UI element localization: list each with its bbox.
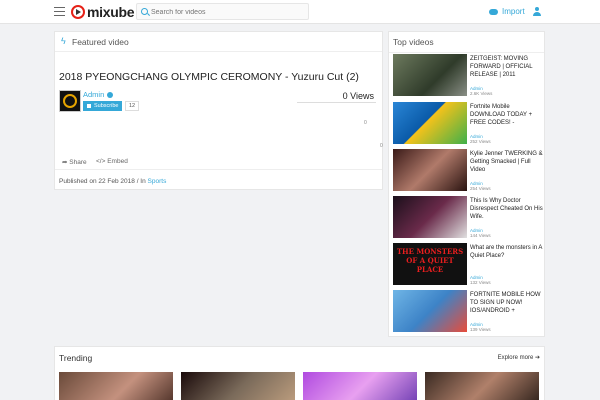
share-button[interactable]: ➦ Share <box>62 158 87 166</box>
subscriber-count: 12 <box>125 101 140 111</box>
video-title[interactable]: What are the monsters in A Quiet Place? <box>470 244 544 260</box>
featured-label: Featured video <box>72 37 129 47</box>
trending-video-thumbnail[interactable] <box>425 372 539 400</box>
video-thumbnail[interactable] <box>393 149 467 191</box>
video-title[interactable]: This Is Why Doctor Disrespect Cheated On… <box>470 197 544 221</box>
subscribe-icon <box>87 104 91 108</box>
view-count: 252 Views <box>470 139 491 144</box>
top-video-item[interactable]: This Is Why Doctor Disrespect Cheated On… <box>393 196 543 238</box>
code-icon: </> <box>96 158 108 165</box>
top-videos-label: Top videos <box>393 37 434 47</box>
logo-play-icon <box>71 5 85 19</box>
share-label: Share <box>69 159 87 166</box>
published-text: Published on 22 Feb 2018 / In <box>59 178 146 185</box>
top-video-item[interactable]: ZEITGEIST: MOVING FORWARD | OFFICIAL REL… <box>393 54 543 96</box>
video-title[interactable]: Kylie Jenner TWERKING & Getting Smacked … <box>470 150 544 174</box>
dislike-count: 0 <box>380 143 383 149</box>
top-video-item[interactable]: Kylie Jenner TWERKING & Getting Smacked … <box>393 149 543 191</box>
video-title[interactable]: FORTNITE MOBILE HOW TO SIGN UP NOW! IOS/… <box>470 291 544 315</box>
top-video-item[interactable]: THE MONSTERS OF A QUIET PLACE What are t… <box>393 243 543 285</box>
view-count: 139 Views <box>470 327 491 332</box>
subscribe-button[interactable]: Subscribe <box>83 101 123 111</box>
views-bar <box>297 102 376 103</box>
video-thumbnail[interactable] <box>393 54 467 96</box>
video-title[interactable]: ZEITGEIST: MOVING FORWARD | OFFICIAL REL… <box>470 55 544 79</box>
featured-video-panel: ϟ Featured video 2018 PYEONGCHANG OLYMPI… <box>54 31 383 190</box>
category-link[interactable]: Sports <box>148 178 167 185</box>
author-link[interactable]: Admin <box>83 90 114 99</box>
video-thumbnail[interactable] <box>393 196 467 238</box>
view-count: 2.6K Views <box>470 91 493 96</box>
logo-text: mixube <box>87 4 135 20</box>
embed-button[interactable]: </> Embed <box>96 158 128 165</box>
divider <box>389 52 544 53</box>
trending-video-thumbnail[interactable] <box>303 372 417 400</box>
top-video-item[interactable]: Fortnite Mobile DOWNLOAD TODAY + FREE CO… <box>393 102 543 144</box>
top-videos-panel: Top videos ZEITGEIST: MOVING FORWARD | O… <box>388 31 545 337</box>
bolt-icon: ϟ <box>61 36 66 46</box>
view-count: 254 Views <box>470 186 491 191</box>
logo[interactable]: mixube <box>71 3 135 21</box>
trending-label: Trending <box>59 353 93 363</box>
import-label: Import <box>502 7 525 16</box>
search-box <box>136 3 309 20</box>
cloud-upload-icon <box>489 8 498 15</box>
import-button[interactable]: Import <box>489 7 525 16</box>
featured-header: ϟ Featured video <box>55 32 382 52</box>
video-title[interactable]: 2018 PYEONGCHANG OLYMPIC CEROMONY - Yuzu… <box>59 71 359 83</box>
trending-video-thumbnail[interactable] <box>59 372 173 400</box>
verified-icon <box>107 91 114 98</box>
trending-video-thumbnail[interactable] <box>181 372 295 400</box>
video-thumbnail[interactable] <box>393 102 467 144</box>
avatar[interactable] <box>59 90 81 112</box>
view-count: 0 Views <box>342 91 374 101</box>
published-info: Published on 22 Feb 2018 / In Sports <box>59 178 166 185</box>
embed-label: Embed <box>107 158 128 165</box>
trending-panel: Trending Explore more ➔ <box>54 346 545 400</box>
divider <box>55 169 382 170</box>
search-icon[interactable] <box>141 8 148 15</box>
subscribe-label: Subscribe <box>94 103 119 109</box>
user-menu-button[interactable] <box>530 3 545 21</box>
menu-icon[interactable] <box>54 7 65 16</box>
user-icon <box>535 7 539 11</box>
top-navbar: mixube Import <box>0 0 600 24</box>
thumbnail-caption: THE MONSTERS OF A QUIET PLACE <box>396 247 464 274</box>
video-thumbnail[interactable] <box>393 290 467 332</box>
view-count: 132 Views <box>470 280 491 285</box>
like-count: 0 <box>364 120 367 126</box>
video-title[interactable]: Fortnite Mobile DOWNLOAD TODAY + FREE CO… <box>470 103 544 127</box>
author-name: Admin <box>83 90 105 99</box>
top-video-item[interactable]: FORTNITE MOBILE HOW TO SIGN UP NOW! IOS/… <box>393 290 543 332</box>
search-input[interactable] <box>151 5 301 19</box>
view-count: 144 Views <box>470 233 491 238</box>
video-thumbnail[interactable]: THE MONSTERS OF A QUIET PLACE <box>393 243 467 285</box>
explore-more-link[interactable]: Explore more ➔ <box>498 354 540 361</box>
